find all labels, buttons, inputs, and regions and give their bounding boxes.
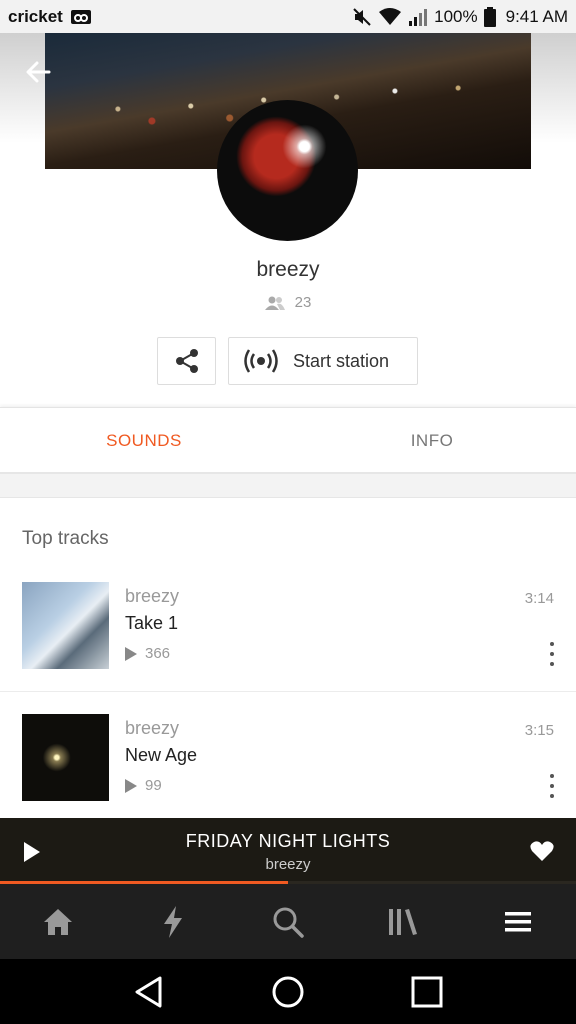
track-duration: 3:14 xyxy=(524,590,554,607)
track-row[interactable]: breezy New Age 99 3:15 xyxy=(0,692,576,824)
mute-icon xyxy=(353,7,371,26)
tab-sounds[interactable]: SOUNDS xyxy=(0,408,288,475)
track-title: Take 1 xyxy=(125,613,179,633)
more-options-icon[interactable] xyxy=(546,774,558,798)
menu-icon[interactable] xyxy=(461,884,576,959)
library-icon[interactable] xyxy=(346,884,461,959)
section-spacer xyxy=(0,474,576,498)
system-navigation xyxy=(0,959,576,1024)
profile-tabs: SOUNDS INFO xyxy=(0,407,576,475)
battery-icon xyxy=(483,6,496,27)
play-count-icon xyxy=(125,778,137,793)
like-heart-icon[interactable] xyxy=(528,838,556,864)
track-plays-value: 99 xyxy=(145,777,162,794)
stream-icon[interactable] xyxy=(115,884,230,959)
back-triangle-icon[interactable] xyxy=(129,972,169,1012)
share-icon xyxy=(175,349,198,373)
track-artwork xyxy=(22,582,109,669)
track-artist: breezy xyxy=(125,718,180,738)
status-bar: cricket 100% 9:41 AM xyxy=(0,0,576,33)
search-icon[interactable] xyxy=(230,884,345,959)
track-artwork xyxy=(22,714,109,801)
followers-icon xyxy=(264,296,285,310)
track-duration: 3:15 xyxy=(524,722,554,739)
track-artist: breezy xyxy=(125,586,180,606)
track-title: New Age xyxy=(125,745,198,765)
profile-name: breezy xyxy=(256,258,320,281)
tab-info[interactable]: INFO xyxy=(288,408,576,473)
start-station-label: Start station xyxy=(293,350,390,371)
track-plays: 366 xyxy=(125,645,170,662)
more-options-icon[interactable] xyxy=(546,642,558,666)
status-indicators: 100% 9:41 AM xyxy=(352,6,568,27)
voicemail-icon xyxy=(70,9,91,24)
wifi-icon xyxy=(379,7,402,25)
section-title: Top tracks xyxy=(22,528,109,549)
play-count-icon xyxy=(125,646,137,661)
share-button[interactable] xyxy=(157,337,216,385)
followers-value: 23 xyxy=(294,294,312,311)
followers-count[interactable]: 23 xyxy=(0,294,576,311)
track-plays-value: 366 xyxy=(145,645,171,662)
tab-info-label: INFO xyxy=(410,430,454,450)
station-icon xyxy=(244,349,278,373)
clock: 9:41 AM xyxy=(505,6,568,26)
track-row[interactable]: breezy Take 1 366 3:14 xyxy=(0,560,576,692)
bottom-navigation xyxy=(0,884,576,959)
start-station-button[interactable]: Start station xyxy=(228,337,418,385)
back-arrow-icon[interactable] xyxy=(22,56,54,88)
now-playing-artist: breezy xyxy=(265,856,311,873)
signal-icon xyxy=(409,8,428,26)
battery-percent: 100% xyxy=(434,6,478,26)
tab-sounds-label: SOUNDS xyxy=(106,430,182,450)
track-plays: 99 xyxy=(125,777,162,794)
mini-player[interactable]: FRIDAY NIGHT LIGHTS breezy xyxy=(0,818,576,884)
now-playing-title: FRIDAY NIGHT LIGHTS xyxy=(185,831,391,851)
home-circle-icon[interactable] xyxy=(268,972,308,1012)
profile-avatar xyxy=(217,100,358,241)
home-icon[interactable] xyxy=(0,884,115,959)
recents-square-icon[interactable] xyxy=(407,972,447,1012)
carrier-label: cricket xyxy=(8,6,63,26)
